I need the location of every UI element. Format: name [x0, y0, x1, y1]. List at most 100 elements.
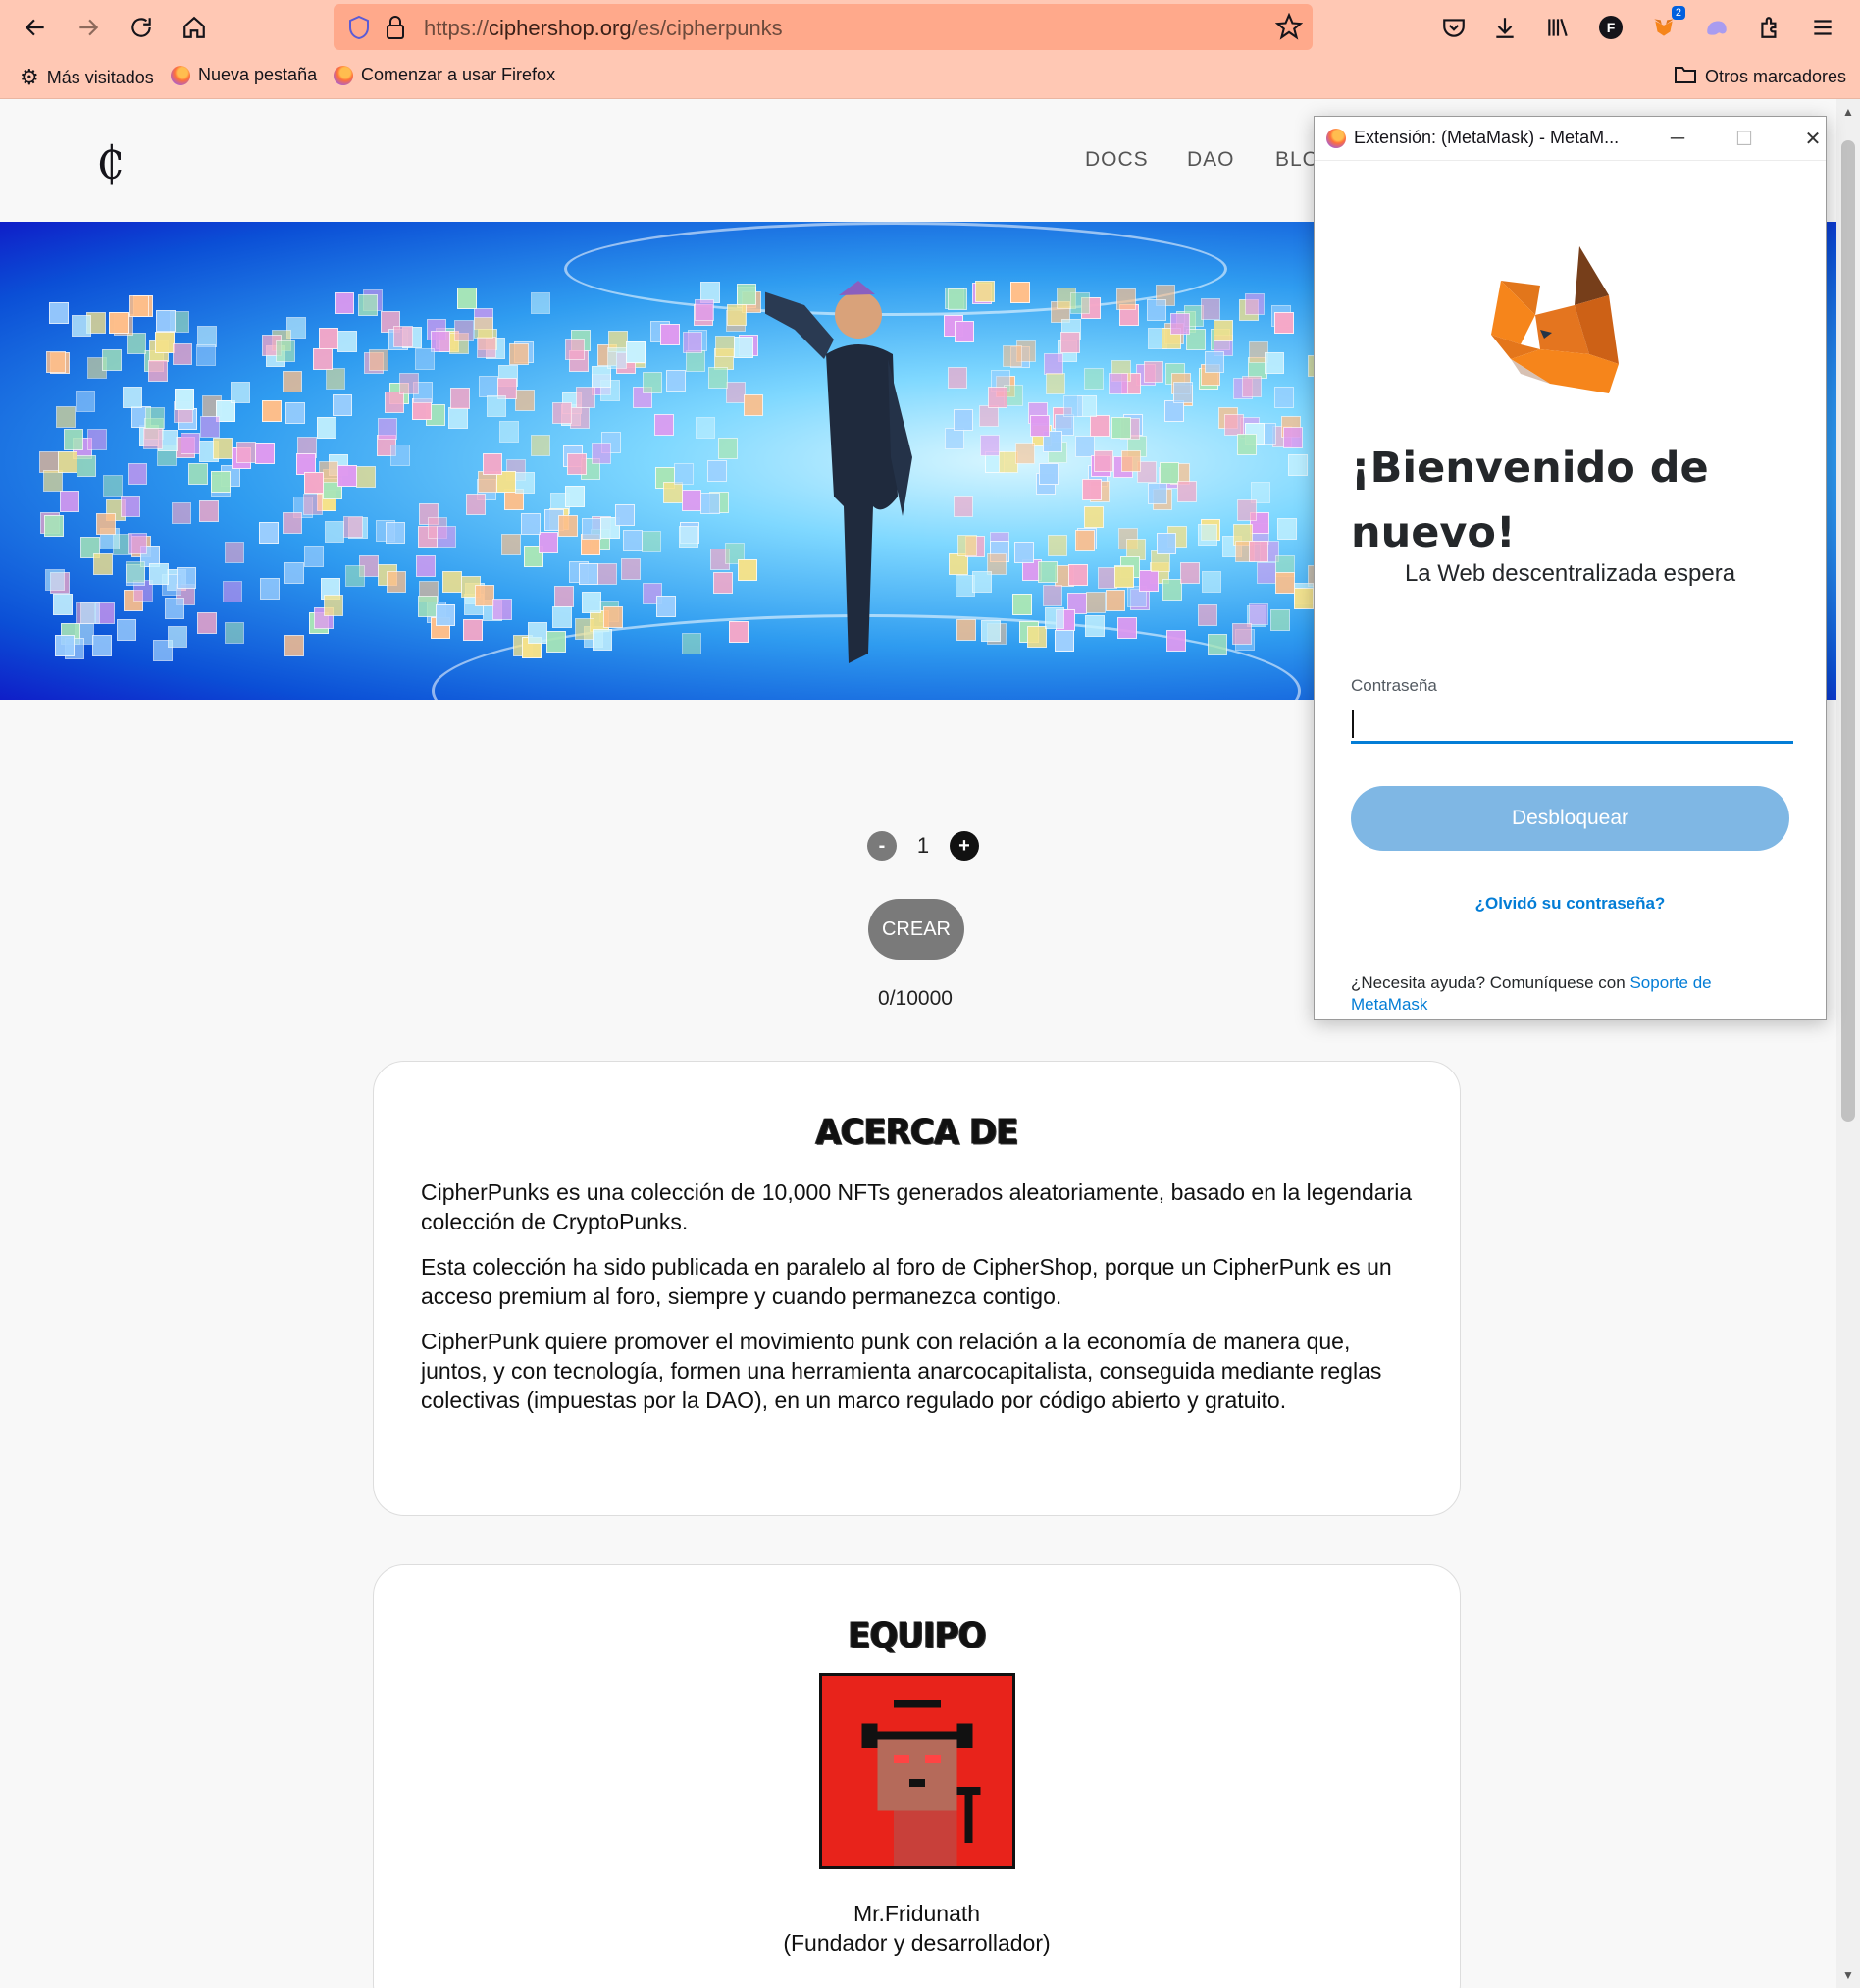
ghost-extension-icon[interactable] — [1697, 8, 1736, 47]
punk-tile — [1083, 368, 1104, 391]
punk-tile — [129, 294, 149, 317]
punk-tile — [674, 463, 695, 486]
punk-tile — [120, 496, 140, 518]
popup-titlebar: Extensión: (MetaMask) - MetaM... ─ ☐ ✕ — [1315, 117, 1826, 161]
punk-tile — [1159, 462, 1179, 485]
punk-tile — [558, 515, 579, 538]
punk-tile — [681, 489, 701, 511]
punk-tile — [196, 612, 217, 635]
punk-tile — [981, 620, 1002, 643]
address-bar[interactable]: https://ciphershop.org/es/cipherpunks — [334, 4, 1313, 50]
punk-tile — [473, 316, 493, 339]
punk-tile — [259, 578, 280, 601]
download-icon[interactable] — [1485, 8, 1524, 47]
extensions-icon[interactable] — [1750, 8, 1789, 47]
punk-tile — [737, 284, 757, 306]
account-icon[interactable]: F — [1591, 8, 1630, 47]
close-icon[interactable]: ✕ — [1793, 123, 1826, 154]
bookmark-new-tab[interactable]: Nueva pestaña — [171, 65, 317, 85]
menu-icon[interactable] — [1803, 8, 1842, 47]
punk-tile — [1086, 591, 1106, 613]
punk-tile — [1013, 541, 1034, 563]
punk-tile — [1054, 629, 1074, 652]
punk-tile — [1256, 561, 1276, 584]
punk-tile — [358, 294, 379, 317]
punk-tile — [1236, 433, 1257, 455]
punk-tile — [1144, 361, 1164, 384]
punk-tile — [123, 386, 143, 408]
punk-tile — [127, 463, 147, 486]
site-logo[interactable]: ₵ — [96, 136, 125, 189]
url-text[interactable]: https://ciphershop.org/es/cipherpunks — [424, 16, 783, 41]
punk-tile — [148, 359, 168, 382]
punk-tile — [1223, 413, 1244, 436]
scroll-down-icon[interactable]: ▼ — [1842, 1968, 1854, 1982]
decrease-button[interactable]: - — [867, 831, 897, 861]
about-paragraph: Esta colección ha sido publicada en para… — [421, 1254, 1392, 1309]
punk-tile — [336, 331, 357, 353]
nav-docs[interactable]: DOCS — [1085, 148, 1149, 172]
punk-tile — [498, 421, 519, 444]
punk-tile — [1172, 381, 1193, 403]
mint-button[interactable]: CREAR — [868, 899, 964, 960]
punk-tile — [1201, 570, 1221, 593]
increase-button[interactable]: + — [950, 831, 979, 861]
punk-tile — [593, 628, 613, 651]
punk-tile — [1283, 426, 1304, 448]
punk-tile — [956, 535, 977, 557]
page-scrollbar[interactable]: ▲ ▼ — [1836, 99, 1860, 1988]
punk-tile — [681, 632, 701, 654]
home-icon[interactable] — [175, 8, 214, 47]
punk-tile — [615, 503, 636, 526]
punk-tile — [333, 393, 353, 416]
punk-tile — [399, 372, 420, 394]
punk-tile — [1113, 566, 1134, 589]
punk-tile — [53, 594, 74, 616]
punk-tile — [176, 566, 196, 589]
punk-tile — [1163, 399, 1184, 422]
password-label: Contraseña — [1351, 676, 1437, 695]
back-icon[interactable] — [16, 8, 55, 47]
punk-tile — [64, 429, 84, 451]
metamask-extension-icon[interactable]: 2 — [1644, 6, 1685, 47]
punk-tile — [1108, 373, 1128, 395]
punk-tile — [622, 529, 643, 551]
minimize-icon[interactable]: ─ — [1658, 123, 1697, 154]
punk-tile — [285, 402, 306, 425]
punk-tile — [531, 435, 551, 457]
punk-tile — [552, 605, 573, 628]
scrollbar-thumb[interactable] — [1841, 140, 1855, 1122]
punk-tile — [553, 585, 574, 607]
punk-tile — [324, 595, 344, 617]
punk-tile — [1067, 563, 1088, 586]
punk-tile — [956, 618, 977, 641]
punk-tile — [1015, 442, 1036, 464]
pocket-icon[interactable] — [1434, 8, 1473, 47]
punk-tile — [254, 442, 275, 464]
punk-tile — [955, 320, 975, 342]
forward-icon[interactable] — [69, 8, 108, 47]
other-bookmarks[interactable]: Otros marcadores — [1674, 65, 1846, 89]
forgot-password-link[interactable]: ¿Olvidó su contraseña? — [1315, 894, 1826, 914]
quantity-value: 1 — [916, 833, 930, 858]
bookmark-most-visited[interactable]: ⚙ Más visitados — [20, 65, 154, 90]
punk-tile — [109, 311, 129, 334]
punk-tile — [682, 331, 702, 353]
bookmark-getting-started[interactable]: Comenzar a usar Firefox — [334, 65, 555, 85]
punk-tile — [385, 522, 405, 545]
browser-toolbar: https://ciphershop.org/es/cipherpunks F … — [0, 0, 1860, 55]
library-icon[interactable] — [1538, 8, 1577, 47]
tracking-shield-icon[interactable] — [347, 15, 371, 45]
nav-dao[interactable]: DAO — [1187, 148, 1235, 172]
maximize-icon[interactable]: ☐ — [1725, 123, 1764, 154]
lock-icon[interactable] — [385, 15, 406, 45]
punk-tile — [953, 496, 973, 518]
bookmark-star-icon[interactable] — [1274, 12, 1304, 45]
password-input[interactable] — [1351, 702, 1793, 744]
punk-tile — [545, 630, 566, 653]
punk-tile — [606, 347, 627, 370]
unlock-button[interactable]: Desbloquear — [1351, 786, 1789, 851]
scroll-up-icon[interactable]: ▲ — [1842, 105, 1854, 119]
punk-tile — [1105, 589, 1125, 611]
reload-icon[interactable] — [122, 8, 161, 47]
